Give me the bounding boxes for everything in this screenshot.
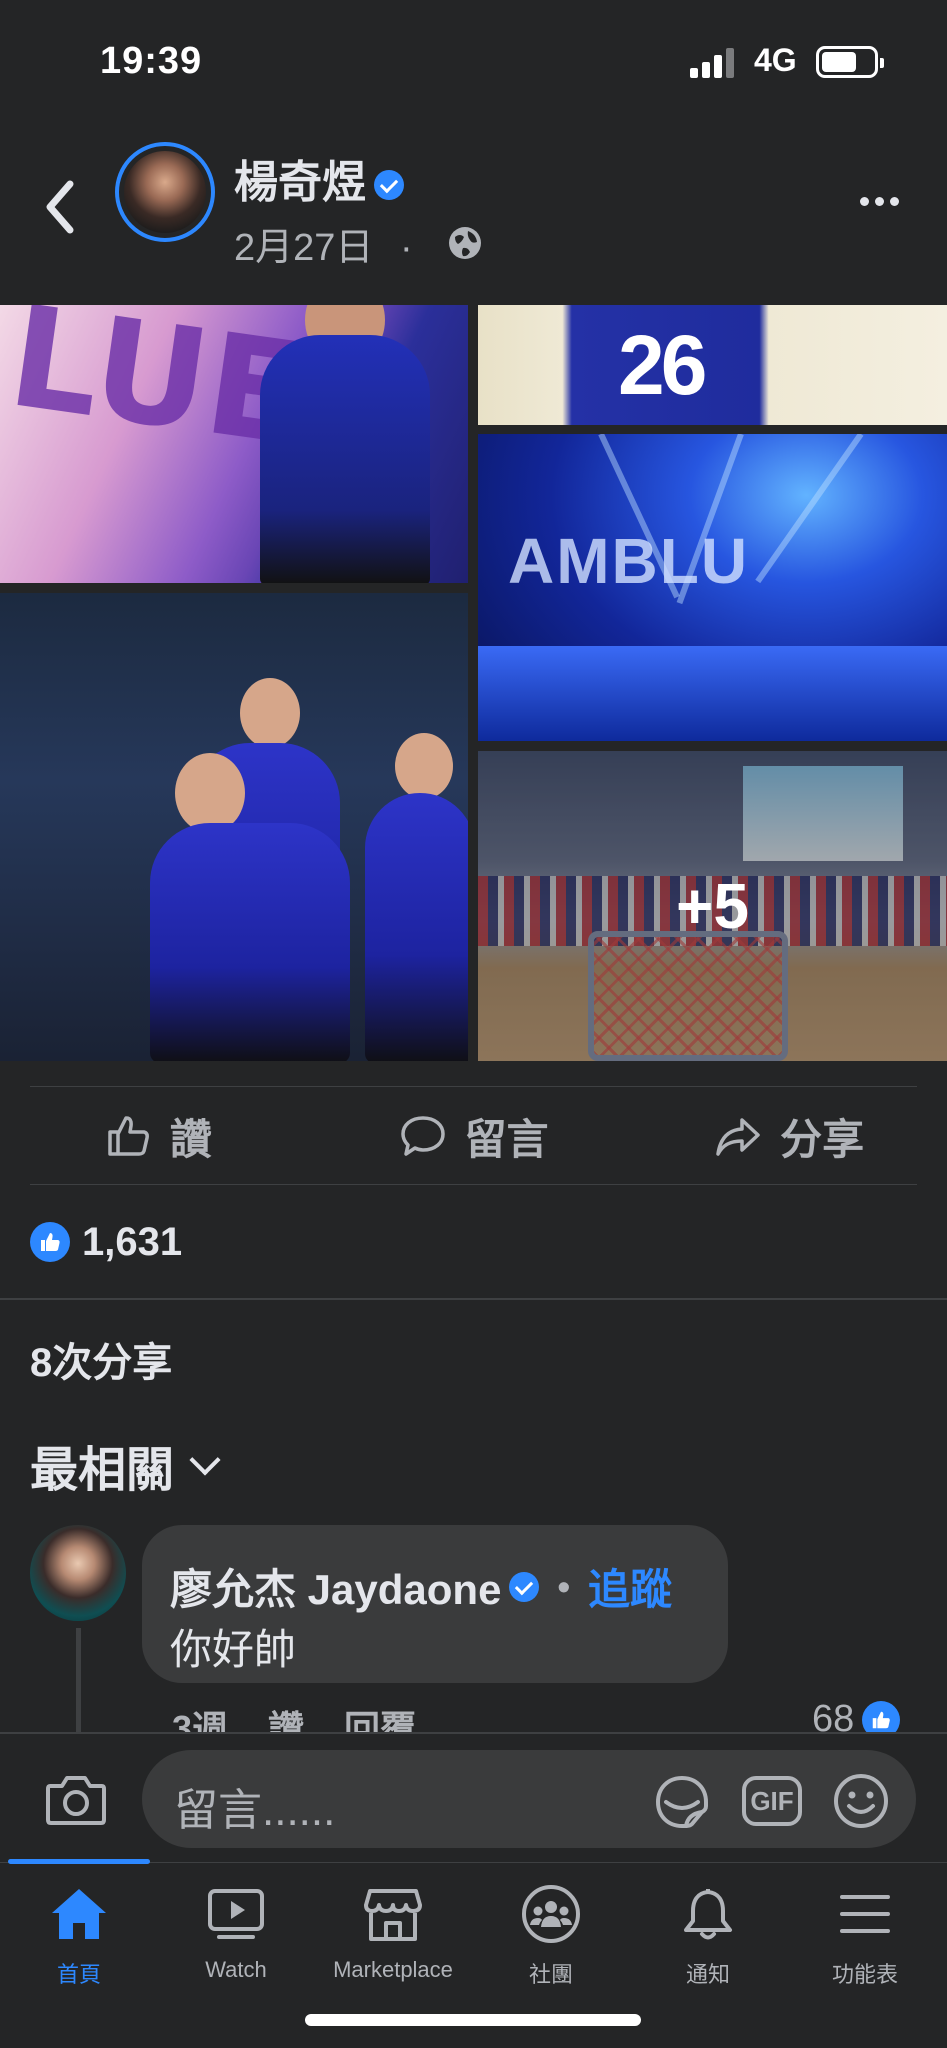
post-photo-2[interactable]: 26 [478,305,947,425]
thumbs-up-icon [108,1116,149,1156]
network-type: 4G [754,42,797,78]
tab-label: Marketplace [333,1957,453,1982]
tab-label: Watch [205,1957,267,1982]
emoji-icon[interactable] [832,1772,890,1830]
more-options-button[interactable] [860,186,920,216]
tab-groups[interactable]: 社團 [472,1883,630,1993]
tab-label: 通知 [685,1962,730,1987]
reaction-count: 1,631 [82,1219,183,1264]
photo-graphic [365,793,468,1061]
post-photo-4[interactable] [0,593,468,1061]
menu-icon [840,1895,890,1933]
like-reaction-icon [30,1222,70,1262]
photo-graphic [260,335,430,583]
page-avatar[interactable] [115,142,215,242]
divider [30,1184,917,1185]
post-action-bar: 讚 留言 分享 [0,1088,947,1184]
battery-icon [816,46,884,78]
sticker-icon[interactable] [652,1772,712,1832]
post-photo-5[interactable]: +5 [478,751,947,1061]
post-date-row: 2月27日 · [234,216,413,271]
globe-icon [449,227,481,259]
share-icon [716,1118,760,1156]
groups-icon [522,1885,580,1943]
share-count[interactable]: 8次分享 [30,1330,172,1388]
comment-label: 留言 [464,1115,549,1163]
comment-input[interactable]: 留言...... GIF [142,1750,916,1848]
comment-author[interactable]: 廖允杰 Jaydaone [170,1556,501,1617]
post-photo-3[interactable]: AMBLU [478,434,947,741]
verified-badge-icon [374,170,404,201]
photo-graphic: 26 [618,318,707,412]
avatar-image [124,151,206,233]
tab-watch[interactable]: Watch [157,1883,315,1993]
camera-button[interactable] [44,1770,108,1828]
photo-graphic [478,646,947,741]
photo-graphic [175,753,245,833]
more-photos-count[interactable]: +5 [478,751,947,1061]
post-date[interactable]: 2月27日 [234,227,373,269]
like-button[interactable]: 讚 [0,1088,316,1184]
tab-notifications[interactable]: 通知 [629,1883,787,1993]
chevron-left-icon [46,180,74,234]
home-icon [52,1889,106,1939]
active-tab-indicator [8,1859,150,1864]
photo-graphic: AMBLU [508,525,750,597]
thread-line [76,1628,81,1738]
section-divider [0,1298,947,1300]
home-indicator [305,2014,641,2026]
bell-icon [684,1889,732,1940]
dot-separator: • [557,1565,571,1607]
verified-badge-icon [509,1571,540,1602]
tab-marketplace[interactable]: Marketplace [314,1883,472,1993]
photo-graphic [755,434,864,584]
date-separator: · [399,227,413,269]
photo-graphic [240,678,300,748]
share-button[interactable]: 分享 [631,1088,947,1184]
sort-label: 最相關 [30,1444,175,1497]
watch-icon [208,1889,264,1939]
comment-composer: 留言...... GIF [0,1732,947,1860]
page-name[interactable]: 楊奇煜 [234,158,366,207]
post-header: 楊奇煜 2月27日 · [0,130,947,300]
comment-icon [400,1116,445,1156]
comment-button[interactable]: 留言 [316,1088,632,1184]
reactions-summary[interactable]: 1,631 [30,1212,182,1272]
post-photo-1[interactable]: LUE [0,305,468,583]
marketplace-icon [364,1889,422,1941]
more-dot-icon [890,196,899,206]
tab-label: 功能表 [831,1962,898,1987]
comment-text: 你好帥 [170,1626,297,1673]
status-time: 19:39 [100,40,203,82]
like-label: 讚 [169,1115,212,1163]
photo-graphic [150,823,350,1061]
tab-menu[interactable]: 功能表 [786,1883,944,1993]
camera-icon [46,1776,106,1825]
back-button[interactable] [36,172,86,242]
chevron-down-icon [189,1444,221,1476]
tab-home[interactable]: 首頁 [0,1883,158,1993]
tab-label: 首頁 [56,1962,101,1987]
status-bar: 19:39 4G [0,0,947,120]
tab-label: 社團 [528,1962,573,1987]
comment-input-placeholder: 留言...... [174,1786,336,1835]
page-name-row[interactable]: 楊奇煜 [234,146,404,210]
photo-graphic [395,733,453,799]
share-label: 分享 [780,1115,865,1163]
gif-button[interactable]: GIF [742,1776,802,1826]
more-dot-icon [875,196,884,206]
signal-icon [690,46,738,78]
comment-sort-dropdown[interactable]: 最相關 [30,1430,221,1500]
commenter-avatar[interactable] [30,1525,126,1621]
divider [30,1086,917,1087]
more-dot-icon [860,196,869,206]
follow-button[interactable]: 追蹤 [588,1556,672,1617]
comment-author-row: 廖允杰 Jaydaone • 追蹤 [170,1556,672,1617]
